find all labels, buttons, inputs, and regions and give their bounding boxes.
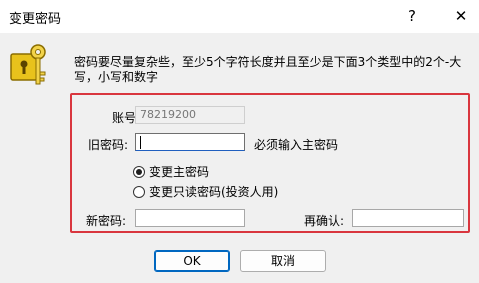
ok-button[interactable]: OK	[154, 250, 230, 272]
radio-change-readonly-label: 变更只读密码(投资人用)	[149, 185, 279, 199]
cancel-button[interactable]: 取消	[240, 250, 326, 272]
radio-button-unchecked[interactable]	[133, 185, 145, 198]
old-password-hint: 必须输入主密码	[254, 138, 339, 152]
close-button[interactable]: ✕	[444, 0, 478, 33]
new-password-label: 新密码:	[86, 214, 127, 228]
confirm-password-label: 再确认:	[304, 214, 345, 228]
title-bar: 变更密码 ? ✕	[0, 0, 479, 33]
radio-button-checked[interactable]	[133, 165, 145, 178]
radio-change-master[interactable]: 变更主密码	[133, 163, 209, 180]
new-password-input[interactable]	[135, 209, 245, 227]
radio-change-readonly[interactable]: 变更只读密码(投资人用)	[133, 183, 278, 200]
window-title: 变更密码	[9, 12, 62, 27]
old-password-label: 旧密码:	[88, 138, 129, 152]
old-password-input[interactable]	[135, 133, 245, 151]
instruction-text: 密码要尽量复杂些，至少5个字符长度并且至少是下面3个类型中的2个-大写，小写和数…	[74, 55, 462, 84]
help-button[interactable]: ?	[398, 0, 426, 33]
confirm-password-input[interactable]	[352, 209, 464, 227]
account-field: 78219200	[135, 106, 245, 124]
radio-change-master-label: 变更主密码	[149, 165, 210, 179]
text-cursor	[140, 136, 141, 149]
keys-icon	[10, 44, 46, 85]
